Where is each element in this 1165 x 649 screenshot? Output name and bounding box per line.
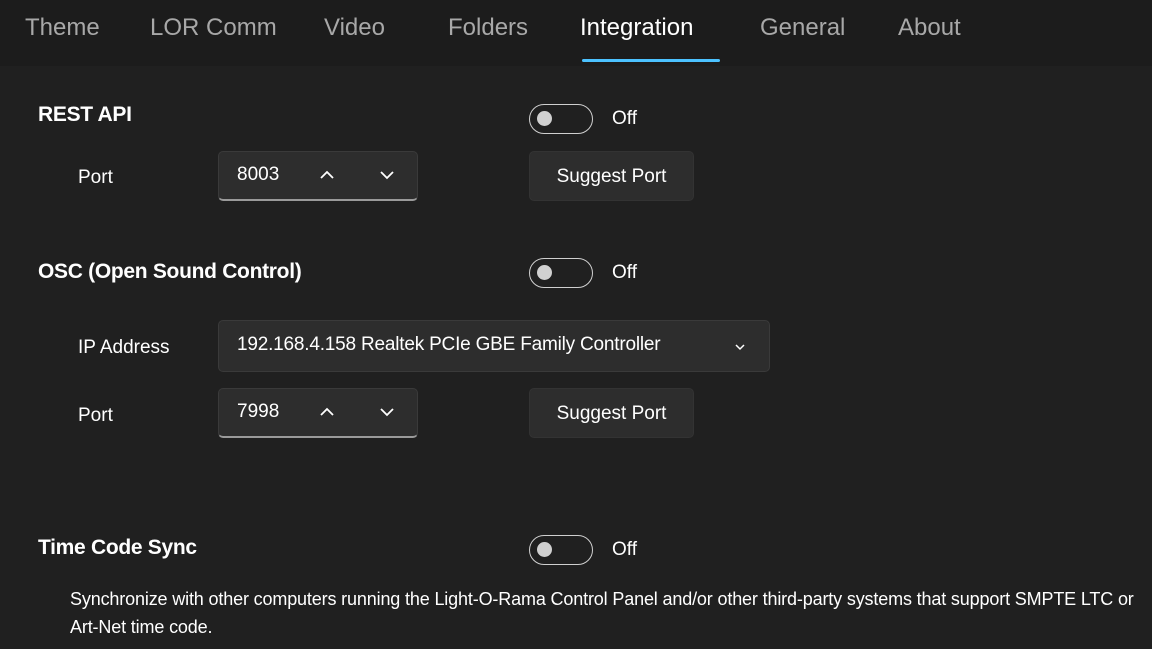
osc-port-value: 7998	[237, 401, 280, 422]
rest-api-toggle-state: Off	[612, 108, 637, 129]
rest-api-suggest-port-button[interactable]: Suggest Port	[529, 151, 694, 201]
osc-toggle-state: Off	[612, 262, 637, 283]
time-code-sync-description: Synchronize with other computers running…	[70, 589, 1134, 637]
osc-heading: OSC (Open Sound Control)	[38, 260, 302, 283]
tab-general[interactable]: General	[760, 14, 845, 42]
time-code-sync-toggle[interactable]	[529, 535, 593, 565]
osc-ip-address-select[interactable]: 192.168.4.158 Realtek PCIe GBE Family Co…	[218, 320, 770, 372]
time-code-sync-toggle-state: Off	[612, 539, 637, 560]
tab-theme[interactable]: Theme	[25, 14, 100, 42]
osc-ip-address-value: 192.168.4.158 Realtek PCIe GBE Family Co…	[237, 334, 661, 355]
osc-toggle[interactable]	[529, 258, 593, 288]
rest-api-toggle[interactable]	[529, 104, 593, 134]
chevron-down-icon[interactable]	[377, 166, 397, 184]
tab-integration[interactable]: Integration	[580, 14, 693, 42]
tab-lor-comm[interactable]: LOR Comm	[150, 14, 277, 42]
osc-suggest-port-button[interactable]: Suggest Port	[529, 388, 694, 438]
settings-panel: Theme LOR Comm Video Folders Integration…	[0, 0, 1152, 649]
tab-video[interactable]: Video	[324, 14, 385, 42]
osc-port-input[interactable]: 7998	[218, 388, 418, 438]
rest-api-port-input[interactable]: 8003	[218, 151, 418, 201]
chevron-down-icon	[735, 344, 745, 351]
chevron-up-icon[interactable]	[317, 166, 337, 184]
active-tab-indicator	[582, 59, 720, 62]
rest-api-heading: REST API	[38, 103, 132, 126]
rest-api-port-label: Port	[78, 167, 113, 188]
rest-api-port-value: 8003	[237, 164, 280, 185]
toggle-knob	[537, 542, 552, 557]
tab-folders[interactable]: Folders	[448, 14, 528, 42]
osc-ip-address-label: IP Address	[78, 337, 170, 358]
toggle-knob	[537, 265, 552, 280]
chevron-down-icon[interactable]	[377, 403, 397, 421]
tab-about[interactable]: About	[898, 14, 961, 42]
chevron-up-icon[interactable]	[317, 403, 337, 421]
osc-port-label: Port	[78, 405, 113, 426]
tab-bar: Theme LOR Comm Video Folders Integration…	[0, 0, 1152, 66]
toggle-knob	[537, 111, 552, 126]
time-code-sync-heading: Time Code Sync	[38, 536, 197, 559]
